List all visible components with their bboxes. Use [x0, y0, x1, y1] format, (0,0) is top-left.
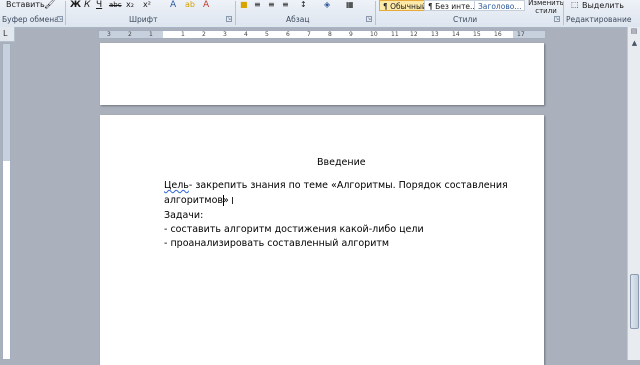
ruler-number: 12: [410, 31, 418, 38]
font-color-icon[interactable]: A: [203, 0, 209, 10]
ruler-top-margin: [3, 116, 10, 161]
task-item: - составить алгоритм достижения какой-ли…: [164, 224, 424, 235]
ribbon: Вставить 🖌 Буфер обмена ↘ Ж К Ч abc x₂ x…: [0, 0, 640, 28]
paragraph-launcher-icon[interactable]: ↘: [366, 16, 372, 22]
divider: [375, 1, 376, 25]
editing-group-label: Редактирование: [566, 15, 632, 24]
ruler-number: 17: [517, 31, 525, 38]
change-styles-button[interactable]: Изменить стили: [526, 0, 566, 15]
ruler-number: 13: [431, 31, 439, 38]
underline-button[interactable]: Ч: [96, 0, 102, 10]
ruler-number: 3: [107, 31, 111, 38]
style-normal[interactable]: ¶ Обычный: [379, 0, 431, 11]
goal-line-2: алгоритмов»: [164, 195, 229, 206]
select-icon[interactable]: ⬚: [571, 0, 579, 9]
ruler-number: 14: [452, 31, 460, 38]
strikethrough-button[interactable]: abc: [109, 1, 122, 9]
paste-button[interactable]: Вставить: [6, 0, 45, 9]
goal-word: Цель: [164, 180, 189, 191]
ruler-number: 9: [349, 31, 353, 38]
line-spacing-icon[interactable]: ↕: [300, 0, 307, 9]
text-caret: [223, 195, 224, 206]
document-heading: Введение: [317, 157, 366, 168]
ruler-number: 5: [265, 31, 269, 38]
vertical-scrollbar[interactable]: ▤ ▲: [627, 27, 640, 360]
format-painter-icon[interactable]: 🖌: [44, 0, 55, 10]
superscript-button[interactable]: x²: [143, 0, 151, 9]
align-left-icon[interactable]: ■: [240, 0, 248, 9]
ibeam-cursor-icon: I: [231, 196, 234, 207]
style-no-spacing[interactable]: ¶ Без инте...: [424, 0, 482, 11]
document-page[interactable]: Введение Цель- закрепить знания по теме …: [100, 115, 544, 365]
goal-line: Цель- закрепить знания по теме «Алгоритм…: [164, 180, 508, 191]
borders-icon[interactable]: ▦: [346, 0, 354, 9]
goal-text: - закрепить знания по теме «Алгоритмы. П…: [188, 180, 508, 191]
ruler-number: 8: [328, 31, 332, 38]
italic-button[interactable]: К: [84, 0, 90, 10]
ruler-tab-selector[interactable]: L: [0, 27, 15, 42]
ruler-number: 2: [202, 31, 206, 38]
ruler-number: 4: [244, 31, 248, 38]
ruler-number: 3: [223, 31, 227, 38]
tab-stop-icon: L: [3, 29, 8, 38]
divider: [65, 1, 66, 25]
ruler-number: 6: [286, 31, 290, 38]
ruler-number: 16: [494, 31, 502, 38]
bold-button[interactable]: Ж: [70, 0, 81, 10]
styles-launcher-icon[interactable]: ↘: [554, 16, 560, 22]
vertical-ruler[interactable]: [2, 43, 11, 360]
document-page-previous[interactable]: [100, 43, 544, 105]
ruler-number: 1: [149, 31, 153, 38]
scrollbar-thumb[interactable]: [630, 274, 639, 329]
ruler-number: 10: [370, 31, 378, 38]
style-heading[interactable]: Заголово...: [474, 0, 526, 11]
ruler-number: 11: [391, 31, 399, 38]
clipboard-launcher-icon[interactable]: ↘: [57, 16, 63, 22]
ruler-number: 2: [128, 31, 132, 38]
justify-icon[interactable]: ≡: [282, 0, 289, 9]
ruler-number: 15: [473, 31, 481, 38]
shading-icon[interactable]: ◈: [324, 0, 330, 9]
font-group-label: Шрифт: [129, 15, 158, 24]
task-item: - проанализировать составленный алгоритм: [164, 238, 390, 249]
ruler-number: 1: [181, 31, 185, 38]
text-effects-icon[interactable]: A: [170, 0, 176, 10]
select-button[interactable]: Выделить: [582, 1, 624, 10]
ruler-top-margin: [3, 44, 10, 116]
ruler-number: 7: [307, 31, 311, 38]
align-right-icon[interactable]: ≡: [268, 0, 275, 9]
tasks-label: Задачи:: [164, 210, 204, 221]
scroll-up-icon[interactable]: ▲: [630, 39, 639, 50]
align-center-icon[interactable]: ≡: [254, 0, 261, 9]
view-ruler-icon[interactable]: ▤: [628, 27, 640, 39]
subscript-button[interactable]: x₂: [126, 0, 134, 9]
font-launcher-icon[interactable]: ↘: [226, 16, 232, 22]
highlight-icon[interactable]: ab: [185, 0, 195, 9]
paragraph-group-label: Абзац: [286, 15, 310, 24]
horizontal-ruler[interactable]: 3 2 1 1 2 3 4 5 6 7 8 9 10 11 12 13 14 1…: [98, 30, 545, 39]
clipboard-group-label: Буфер обмена: [2, 15, 59, 24]
divider: [235, 1, 236, 25]
styles-group-label: Стили: [453, 15, 478, 24]
divider: [563, 1, 564, 25]
